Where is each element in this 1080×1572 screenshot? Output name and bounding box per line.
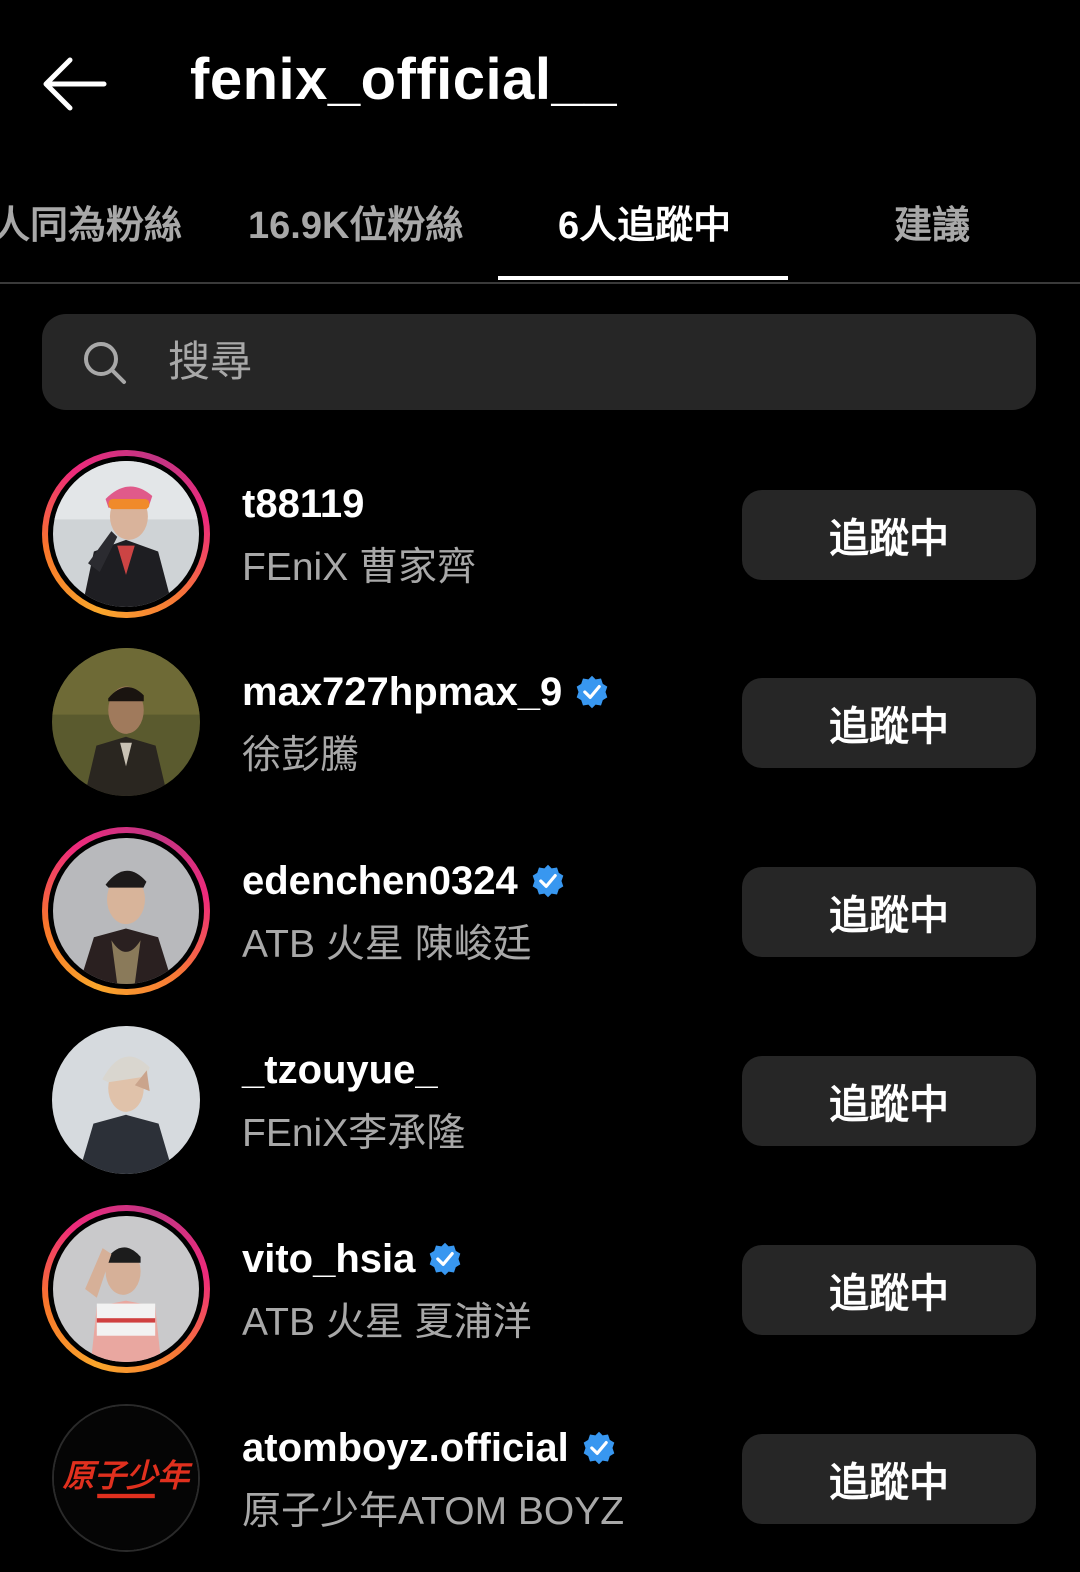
active-tab-indicator (498, 276, 788, 280)
full-name: FEniX 曹家齊 (242, 546, 477, 589)
username[interactable]: max727hpmax_9 (242, 670, 562, 715)
following-button[interactable]: 追蹤中 (742, 867, 1036, 957)
top-bar: fenix_official__ (0, 0, 1080, 160)
avatar (53, 838, 199, 984)
full-name: ATB 火星 陳峻廷 (242, 923, 532, 966)
avatar (53, 461, 199, 607)
verified-badge-icon (430, 1242, 461, 1276)
avatar (52, 648, 200, 796)
username[interactable]: t88119 (242, 482, 364, 527)
avatar-wrapper[interactable] (42, 1016, 210, 1184)
tab-suggestions[interactable]: 建議 (894, 194, 970, 249)
back-button[interactable] (38, 52, 110, 116)
full-name: ATB 火星 夏浦洋 (242, 1301, 532, 1344)
following-button[interactable]: 追蹤中 (742, 1056, 1036, 1146)
list-item[interactable]: t88119 FEniX 曹家齊 追蹤中 (0, 440, 1080, 628)
search-input[interactable] (168, 332, 988, 392)
list-item[interactable]: edenchen0324 ATB 火星 陳峻廷 追蹤中 (0, 817, 1080, 1005)
username[interactable]: _tzouyue_ (242, 1048, 438, 1093)
verified-badge-icon (576, 675, 608, 709)
svg-text:原子少年: 原子少年 (63, 1459, 194, 1495)
username[interactable]: atomboyz.official (242, 1426, 569, 1471)
full-name: 原子少年ATOM BOYZ (242, 1490, 625, 1533)
avatar-wrapper[interactable] (42, 638, 210, 806)
following-button[interactable]: 追蹤中 (742, 678, 1036, 768)
search-bar[interactable] (42, 314, 1036, 410)
full-name: FEniX李承隆 (242, 1112, 466, 1155)
username[interactable]: vito_hsia (242, 1237, 415, 1282)
avatar-wrapper[interactable]: 原子少年 (42, 1394, 210, 1562)
avatar-story-ring[interactable] (42, 450, 210, 618)
list-item[interactable]: _tzouyue_ FEniX李承隆 追蹤中 (0, 1006, 1080, 1194)
avatar-story-ring[interactable] (42, 827, 210, 995)
search-icon (84, 342, 126, 384)
avatar (52, 1026, 200, 1174)
tab-following[interactable]: 6人追蹤中 (558, 194, 731, 249)
arrow-left-icon (43, 57, 107, 111)
atom-boyz-logo: 原子少年 (54, 1406, 198, 1550)
username[interactable]: edenchen0324 (242, 859, 518, 904)
tab-mutual-followers[interactable]: 人同為粉絲 (0, 194, 182, 249)
avatar (53, 1216, 199, 1362)
full-name: 徐彭騰 (242, 734, 360, 777)
profile-username-title: fenix_official__ (190, 47, 618, 112)
tab-followers[interactable]: 16.9K位粉絲 (248, 194, 463, 249)
list-item[interactable]: 原子少年 atomboyz.official 原子少年ATOM BOYZ 追蹤中 (0, 1384, 1080, 1572)
list-item[interactable]: vito_hsia ATB 火星 夏浦洋 追蹤中 (0, 1195, 1080, 1383)
follow-tabs: 人同為粉絲 16.9K位粉絲 6人追蹤中 建議 (0, 170, 1080, 284)
avatar: 原子少年 (54, 1406, 198, 1550)
verified-badge-icon (532, 864, 564, 898)
following-button[interactable]: 追蹤中 (742, 1245, 1036, 1335)
following-button[interactable]: 追蹤中 (742, 490, 1036, 580)
following-button[interactable]: 追蹤中 (742, 1434, 1036, 1524)
list-item[interactable]: max727hpmax_9 徐彭騰 追蹤中 (0, 628, 1080, 816)
avatar-story-ring[interactable] (42, 1205, 210, 1373)
verified-badge-icon (583, 1431, 615, 1465)
